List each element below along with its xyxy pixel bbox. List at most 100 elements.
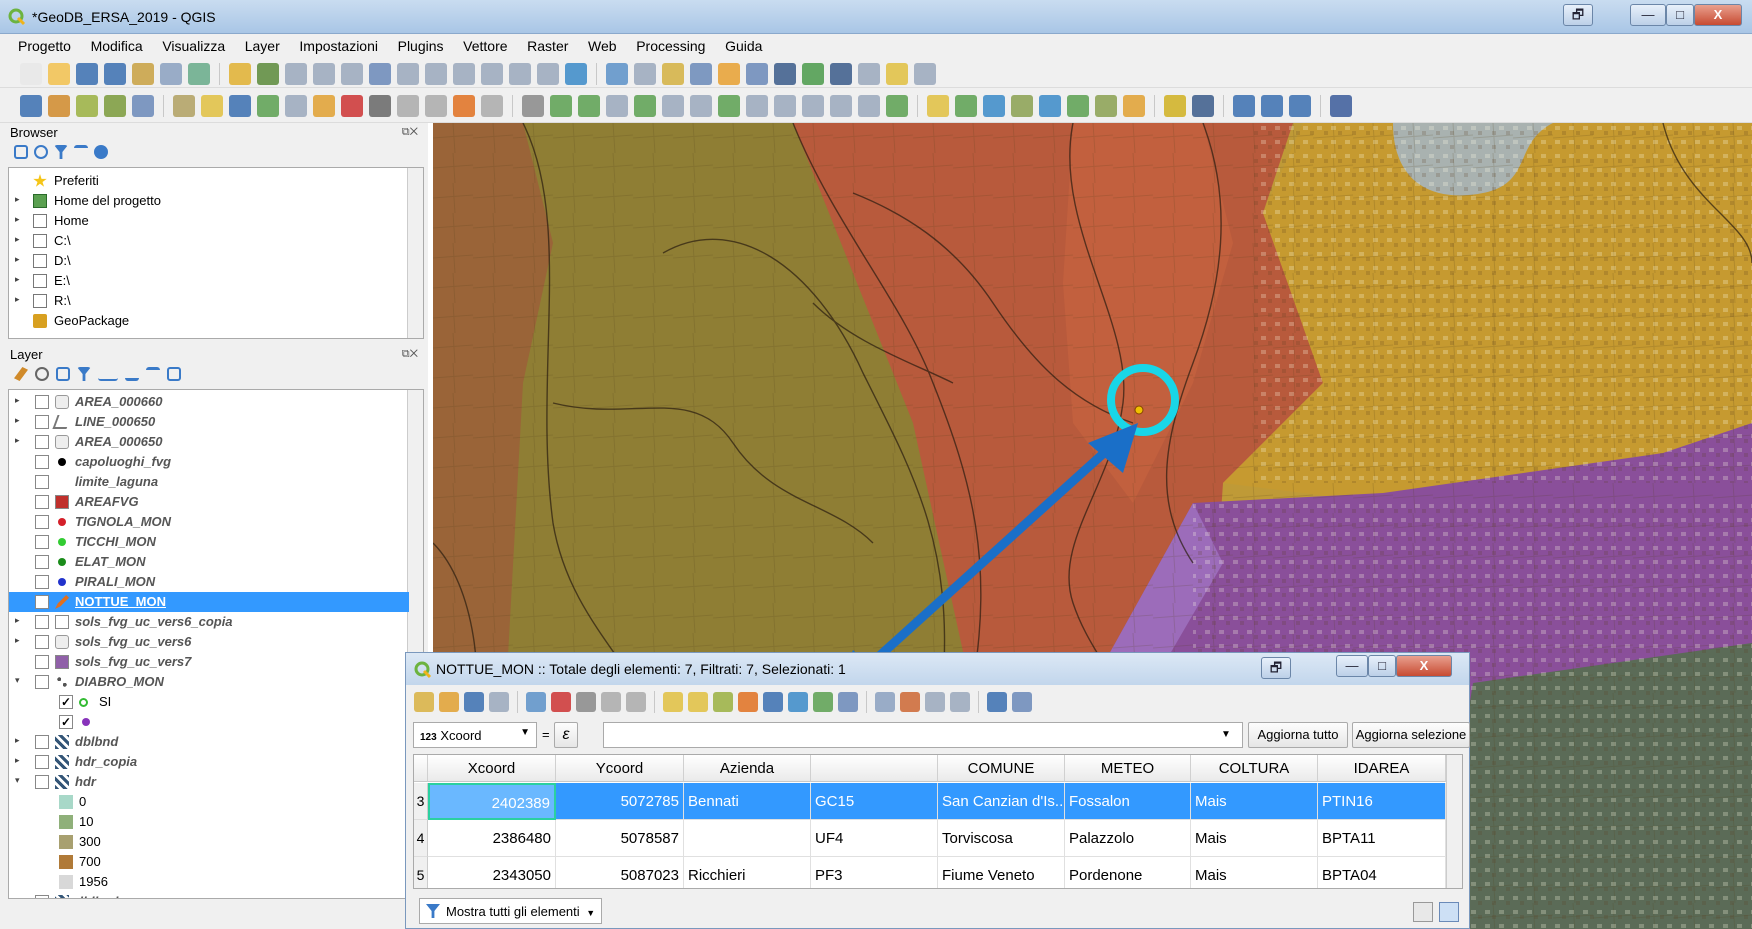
browser-item[interactable]: ▸ Home — [9, 211, 409, 231]
row-number[interactable]: 4 — [414, 820, 428, 857]
attribute-tool-icon[interactable] — [987, 692, 1007, 712]
digitize-tool-icon[interactable] — [550, 95, 572, 117]
attribute-tool-icon[interactable] — [551, 692, 571, 712]
layer-item[interactable]: ✓ NOTTUE_MON — [9, 592, 409, 612]
layer-item[interactable]: sols_fvg_uc_vers7 — [9, 652, 409, 672]
browser-item[interactable]: ▸ D:\ — [9, 251, 409, 271]
column-header-idarea[interactable]: IDAREA — [1318, 755, 1446, 782]
attribute-tool-icon[interactable] — [788, 692, 808, 712]
digitize-tool-icon[interactable] — [830, 95, 852, 117]
info-icon[interactable] — [94, 145, 108, 159]
column-header-code[interactable] — [811, 755, 938, 782]
main-tool-icon[interactable] — [285, 63, 307, 85]
expand-arrow-icon[interactable]: ▸ — [15, 435, 20, 446]
attr-maximize-button[interactable]: □ — [1368, 655, 1396, 677]
layer-item[interactable]: ▾ DIABRO_MON — [9, 672, 409, 692]
layer-item[interactable]: ELAT_MON — [9, 552, 409, 572]
dock-button[interactable]: 🗗 — [1261, 657, 1291, 679]
layer-item[interactable]: ▸ sols_fvg_uc_vers6_copia — [9, 612, 409, 632]
expand-arrow-icon[interactable]: ▸ — [15, 635, 20, 646]
expand-arrow-icon[interactable]: ▸ — [15, 755, 20, 766]
minimize-button[interactable]: — — [1630, 4, 1666, 26]
digitize-tool-icon[interactable] — [397, 95, 419, 117]
expand-arrow-icon[interactable]: ▸ — [15, 615, 20, 626]
browser-item[interactable]: ▸ C:\ — [9, 231, 409, 251]
row-number[interactable]: 5 — [414, 857, 428, 888]
visibility-icon[interactable] — [35, 367, 49, 381]
digitize-tool-icon[interactable] — [104, 95, 126, 117]
digitize-tool-icon[interactable] — [634, 95, 656, 117]
attribute-tool-icon[interactable] — [738, 692, 758, 712]
attribute-tool-icon[interactable] — [875, 692, 895, 712]
menu-visualizza[interactable]: Visualizza — [153, 34, 232, 54]
table-cell[interactable]: PF3 — [811, 857, 938, 888]
table-cell[interactable]: 2343050 — [428, 857, 556, 888]
layer-item[interactable]: ▾ dblbnd — [9, 892, 409, 898]
digitize-tool-icon[interactable] — [257, 95, 279, 117]
main-tool-icon[interactable] — [606, 63, 628, 85]
column-header-xcoord[interactable]: Xcoord — [428, 755, 556, 782]
digitize-tool-icon[interactable] — [690, 95, 712, 117]
main-tool-icon[interactable] — [425, 63, 447, 85]
main-tool-icon[interactable] — [774, 63, 796, 85]
digitize-tool-icon[interactable] — [285, 95, 307, 117]
layer-item[interactable]: TIGNOLA_MON — [9, 512, 409, 532]
legend-item[interactable]: 10 — [9, 812, 409, 832]
layer-visibility-checkbox[interactable] — [35, 455, 49, 469]
collapse-all-icon[interactable] — [146, 367, 160, 381]
table-cell[interactable]: Palazzolo — [1065, 820, 1191, 857]
maximize-button[interactable]: □ — [1666, 4, 1694, 26]
filter-icon[interactable] — [77, 367, 91, 381]
digitize-tool-icon[interactable] — [20, 95, 42, 117]
show-all-features-button[interactable]: Mostra tutti gli elementi ▼ — [419, 898, 603, 924]
attribute-tool-icon[interactable] — [813, 692, 833, 712]
browser-item[interactable]: Preferiti — [9, 171, 409, 191]
column-header-coltura[interactable]: COLTURA — [1191, 755, 1318, 782]
table-cell[interactable] — [684, 820, 811, 857]
field-selector[interactable]: 123 Xcoord ▼ — [413, 722, 537, 748]
layer-visibility-checkbox[interactable] — [35, 475, 49, 489]
main-tool-icon[interactable] — [830, 63, 852, 85]
update-selection-button[interactable]: Aggiorna selezione — [1352, 722, 1470, 748]
add-selected-icon[interactable] — [14, 145, 28, 159]
main-tool-icon[interactable] — [257, 63, 279, 85]
digitize-tool-icon[interactable] — [481, 95, 503, 117]
layer-visibility-checkbox[interactable] — [35, 575, 49, 589]
digitize-tool-icon[interactable] — [132, 95, 154, 117]
menu-layer[interactable]: Layer — [236, 34, 287, 54]
table-cell[interactable]: Mais — [1191, 783, 1318, 820]
attribute-tool-icon[interactable] — [601, 692, 621, 712]
layer-visibility-checkbox[interactable] — [35, 675, 49, 689]
digitize-tool-icon[interactable] — [1164, 95, 1186, 117]
attribute-tool-icon[interactable] — [576, 692, 596, 712]
style-manager-icon[interactable] — [14, 367, 28, 381]
layer-visibility-checkbox[interactable] — [35, 415, 49, 429]
digitize-tool-icon[interactable] — [369, 95, 391, 117]
digitize-tool-icon[interactable] — [1095, 95, 1117, 117]
digitize-tool-icon[interactable] — [578, 95, 600, 117]
restore-layout-button[interactable]: 🗗 — [1563, 4, 1593, 26]
menu-impostazioni[interactable]: Impostazioni — [290, 34, 385, 54]
main-tool-icon[interactable] — [690, 63, 712, 85]
layer-visibility-checkbox[interactable]: ✓ — [59, 715, 73, 729]
expand-arrow-icon[interactable]: ▸ — [15, 415, 20, 426]
main-tool-icon[interactable] — [132, 63, 154, 85]
attribute-tool-icon[interactable] — [688, 692, 708, 712]
main-tool-icon[interactable] — [914, 63, 936, 85]
digitize-tool-icon[interactable] — [1192, 95, 1214, 117]
digitize-tool-icon[interactable] — [1330, 95, 1352, 117]
digitize-tool-icon[interactable] — [313, 95, 335, 117]
grid-vertical-scrollbar[interactable] — [1446, 755, 1462, 888]
table-cell[interactable]: 5078587 — [556, 820, 684, 857]
digitize-tool-icon[interactable] — [1289, 95, 1311, 117]
table-cell[interactable]: PTIN16 — [1318, 783, 1446, 820]
digitize-tool-icon[interactable] — [746, 95, 768, 117]
layer-item[interactable]: ▸ sols_fvg_uc_vers6 — [9, 632, 409, 652]
row-number[interactable]: 3 — [414, 783, 428, 820]
table-cell[interactable]: Pordenone — [1065, 857, 1191, 888]
layer-item[interactable]: AREAFVG — [9, 492, 409, 512]
column-header-comune[interactable]: COMUNE — [938, 755, 1065, 782]
layer-item[interactable]: ▸ dblbnd — [9, 732, 409, 752]
layer-item[interactable]: limite_laguna — [9, 472, 409, 492]
browser-item[interactable]: ▸ R:\ — [9, 291, 409, 311]
